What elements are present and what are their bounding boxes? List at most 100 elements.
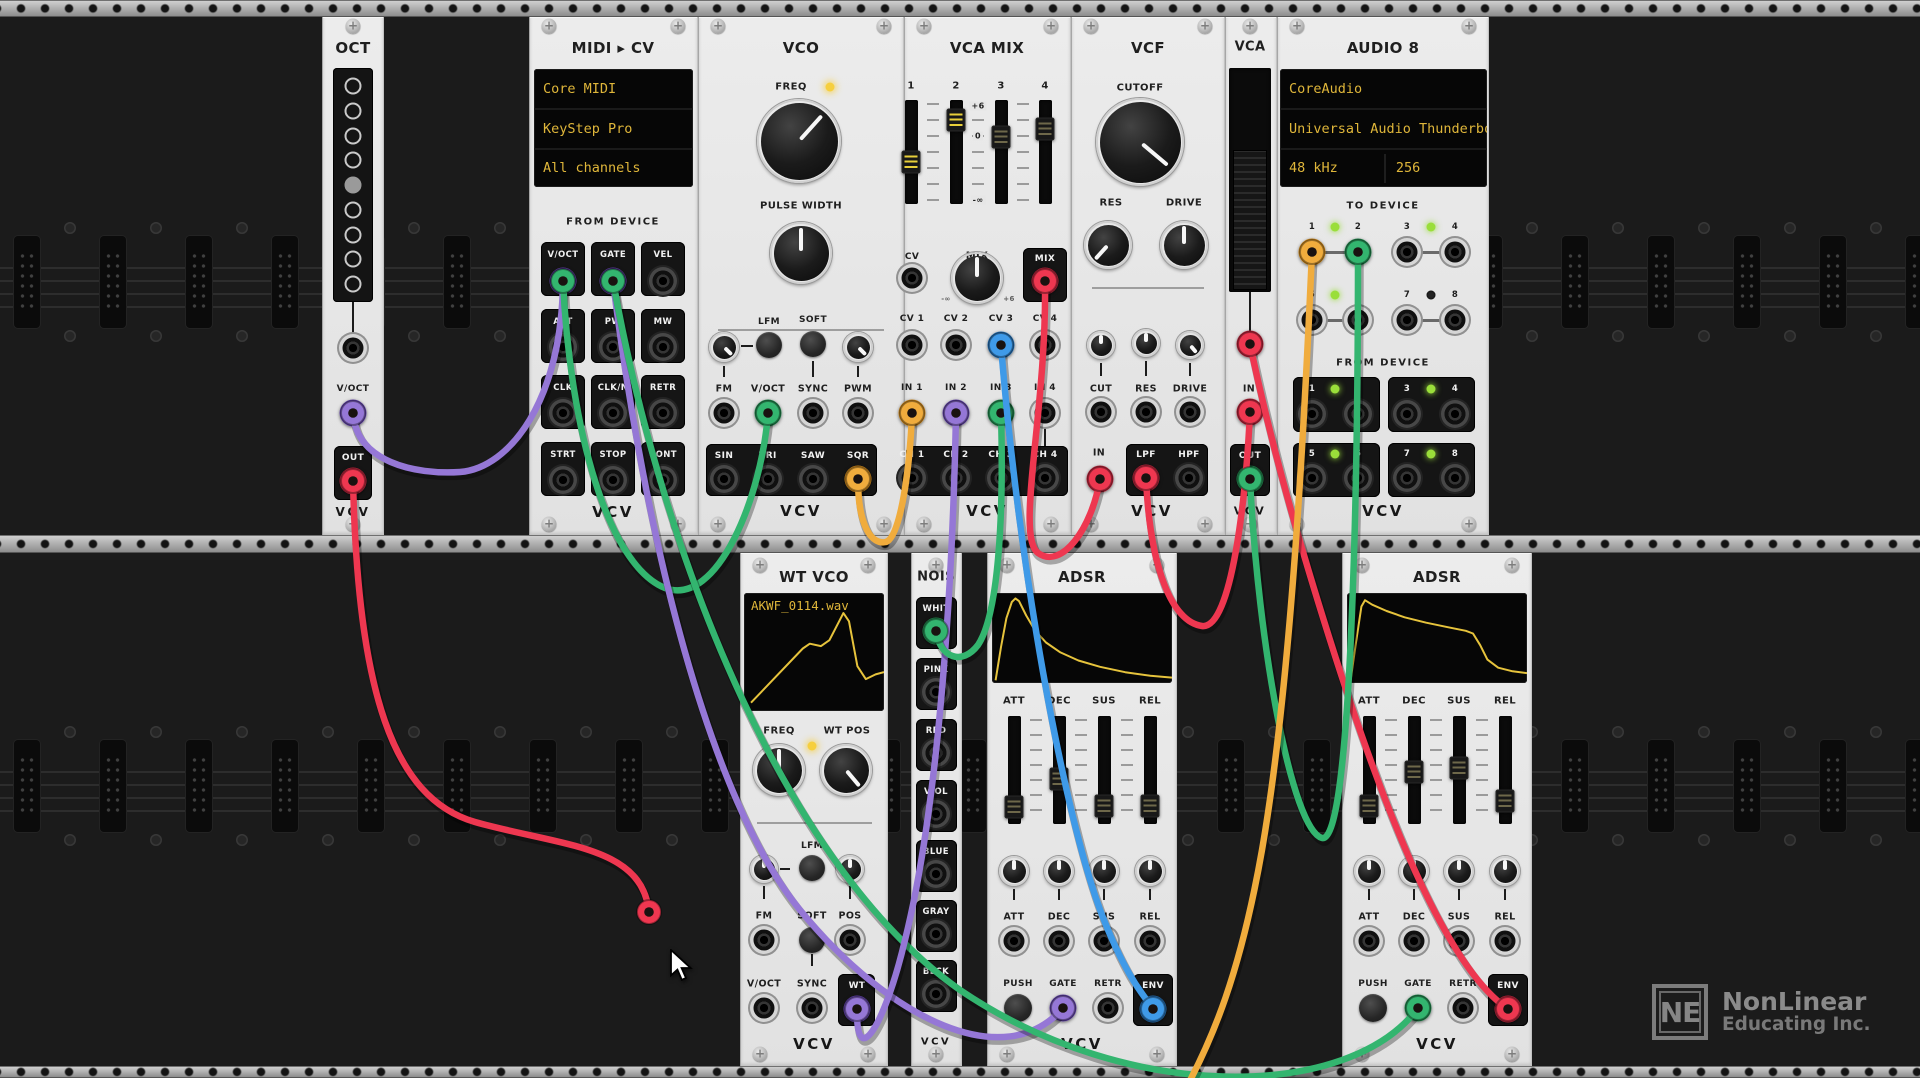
- adsr2-att-cv-port[interactable]: [1358, 930, 1380, 952]
- vcamix-cv-port[interactable]: [901, 267, 923, 289]
- midi-voct-port[interactable]: [549, 267, 577, 295]
- oct-octave-1[interactable]: [344, 102, 362, 120]
- wtvco-fm-att-knob[interactable]: [750, 855, 778, 883]
- adsr1-rel-cv-port[interactable]: [1139, 930, 1161, 952]
- vcamix-cv4-port[interactable]: [1034, 334, 1056, 356]
- oct-octave-2[interactable]: [344, 127, 362, 144]
- oct-cv-in-port[interactable]: [342, 337, 364, 359]
- oct-voct-in-port[interactable]: [339, 399, 367, 427]
- vco-fm-port[interactable]: [713, 402, 735, 424]
- vco-pwm-att-knob[interactable]: [843, 332, 873, 362]
- oct-octave-8[interactable]: [344, 275, 362, 293]
- adsr2-dec-cv-port[interactable]: [1403, 930, 1425, 952]
- adsr1-push-button[interactable]: [1004, 994, 1032, 1022]
- midi-clk-port[interactable]: [552, 402, 574, 424]
- vcf-res-att-knob[interactable]: [1132, 329, 1160, 357]
- vca-level-handle[interactable]: [1233, 150, 1267, 290]
- audio8-to-7-port[interactable]: [1396, 309, 1418, 331]
- wtvco-wt-pos-knob[interactable]: [820, 744, 872, 796]
- vcf-res-knob[interactable]: [1084, 221, 1132, 269]
- oct-octave-3[interactable]: [344, 151, 362, 169]
- vcamix-ch3-out-port[interactable]: [990, 467, 1012, 489]
- adsr1-sus-knob[interactable]: [1089, 856, 1119, 886]
- vcamix-mix-level-knob[interactable]: [951, 252, 1003, 304]
- vcamix-ch4-out-port[interactable]: [1034, 467, 1056, 489]
- midi-midi-settings-display[interactable]: Core MIDI KeyStep Pro All channels: [534, 69, 693, 187]
- wtvco-voct-port[interactable]: [753, 997, 775, 1019]
- wtvco-fm-port[interactable]: [753, 929, 775, 951]
- nois-gray-out-port[interactable]: [925, 923, 947, 945]
- vcamix-in1-port[interactable]: [898, 399, 926, 427]
- vcamix-ch1-out-port[interactable]: [901, 467, 923, 489]
- adsr2-sus-knob[interactable]: [1444, 856, 1474, 886]
- adsr1-dec-cv-port[interactable]: [1048, 930, 1070, 952]
- oct-octave-5[interactable]: [344, 201, 362, 219]
- adsr1-dec-slider-handle[interactable]: [1049, 767, 1069, 791]
- vco-soft-button[interactable]: [800, 331, 826, 357]
- vcf-res-cv-port[interactable]: [1135, 401, 1157, 423]
- adsr2-envelope-display[interactable]: [1347, 593, 1527, 683]
- wtvco-pos-cv-port[interactable]: [839, 929, 861, 951]
- vcamix-mix-out-port[interactable]: [1031, 267, 1059, 295]
- adsr2-push-button[interactable]: [1359, 994, 1387, 1022]
- wtvco-wavetable-display[interactable]: AKWF_0114.wav: [744, 593, 884, 711]
- audio8-from-6-port[interactable]: [1347, 467, 1369, 489]
- adsr2-att-knob[interactable]: [1354, 856, 1384, 886]
- nois-white-out-port[interactable]: [922, 617, 950, 645]
- vcamix-cv2-port[interactable]: [945, 334, 967, 356]
- oct-octave-4[interactable]: [344, 176, 362, 194]
- vco-pwm-port[interactable]: [847, 402, 869, 424]
- wtvco-wt-out-port[interactable]: [843, 995, 871, 1023]
- audio8-from-2-port[interactable]: [1347, 403, 1369, 425]
- vca-in-port[interactable]: [1236, 398, 1264, 426]
- vco-sqr-out-port[interactable]: [844, 465, 872, 493]
- oct-octave-0[interactable]: [344, 77, 362, 95]
- wtvco-pos-att-knob[interactable]: [836, 855, 864, 883]
- vco-voct-port[interactable]: [754, 399, 782, 427]
- nois-black-out-port[interactable]: [925, 983, 947, 1005]
- midi-vel-port[interactable]: [652, 270, 674, 292]
- adsr2-dec-slider-handle[interactable]: [1404, 760, 1424, 784]
- vcamix-in2-port[interactable]: [942, 399, 970, 427]
- midi-clk-n-port[interactable]: [602, 402, 624, 424]
- adsr1-att-knob[interactable]: [999, 856, 1029, 886]
- vcamix-level-4-handle[interactable]: [1035, 117, 1055, 141]
- adsr2-retrig-port[interactable]: [1452, 997, 1474, 1019]
- vcf-cutoff-knob[interactable]: [1096, 98, 1184, 186]
- midi-gate-port[interactable]: [599, 267, 627, 295]
- vcamix-ch2-out-port[interactable]: [945, 467, 967, 489]
- oct-out-port[interactable]: [339, 467, 367, 495]
- vcf-hpf-out-port[interactable]: [1178, 467, 1200, 489]
- adsr2-env-out-port[interactable]: [1494, 995, 1522, 1023]
- adsr1-rel-knob[interactable]: [1135, 856, 1165, 886]
- audio8-to-8-port[interactable]: [1444, 309, 1466, 331]
- vcamix-cv3-port[interactable]: [987, 331, 1015, 359]
- adsr2-att-slider-handle[interactable]: [1359, 794, 1379, 818]
- adsr1-rel-slider-handle[interactable]: [1140, 794, 1160, 818]
- vco-freq-knob[interactable]: [757, 99, 841, 183]
- vco-saw-out-port[interactable]: [802, 468, 824, 490]
- oct-octave-6[interactable]: [344, 226, 362, 243]
- midi-mw-port[interactable]: [652, 336, 674, 358]
- vca-out-port[interactable]: [1236, 465, 1264, 493]
- adsr1-sus-slider-handle[interactable]: [1094, 794, 1114, 818]
- vcf-drive-cv-port[interactable]: [1179, 401, 1201, 423]
- vcf-in-port[interactable]: [1086, 465, 1114, 493]
- vco-pulse-width-knob[interactable]: [770, 222, 832, 284]
- vcf-cut-att-knob[interactable]: [1087, 331, 1115, 359]
- audio8-from-5-port[interactable]: [1301, 467, 1323, 489]
- audio8-from-3-port[interactable]: [1396, 403, 1418, 425]
- adsr1-sus-cv-port[interactable]: [1093, 930, 1115, 952]
- vco-tri-out-port[interactable]: [757, 468, 779, 490]
- wtvco-lfm-button[interactable]: [799, 855, 825, 881]
- audio8-audio-settings-display[interactable]: CoreAudio Universal Audio Thunderbolt 48 k…: [1280, 69, 1487, 187]
- adsr2-gate-port[interactable]: [1404, 994, 1432, 1022]
- adsr1-env-out-port[interactable]: [1139, 995, 1167, 1023]
- vcamix-level-1-handle[interactable]: [901, 150, 921, 174]
- adsr1-att-cv-port[interactable]: [1003, 930, 1025, 952]
- adsr2-rel-knob[interactable]: [1490, 856, 1520, 886]
- vco-sin-out-port[interactable]: [713, 468, 735, 490]
- audio8-from-4-port[interactable]: [1444, 403, 1466, 425]
- vcf-drive-knob[interactable]: [1160, 221, 1208, 269]
- audio8-to-1-port[interactable]: [1298, 238, 1326, 266]
